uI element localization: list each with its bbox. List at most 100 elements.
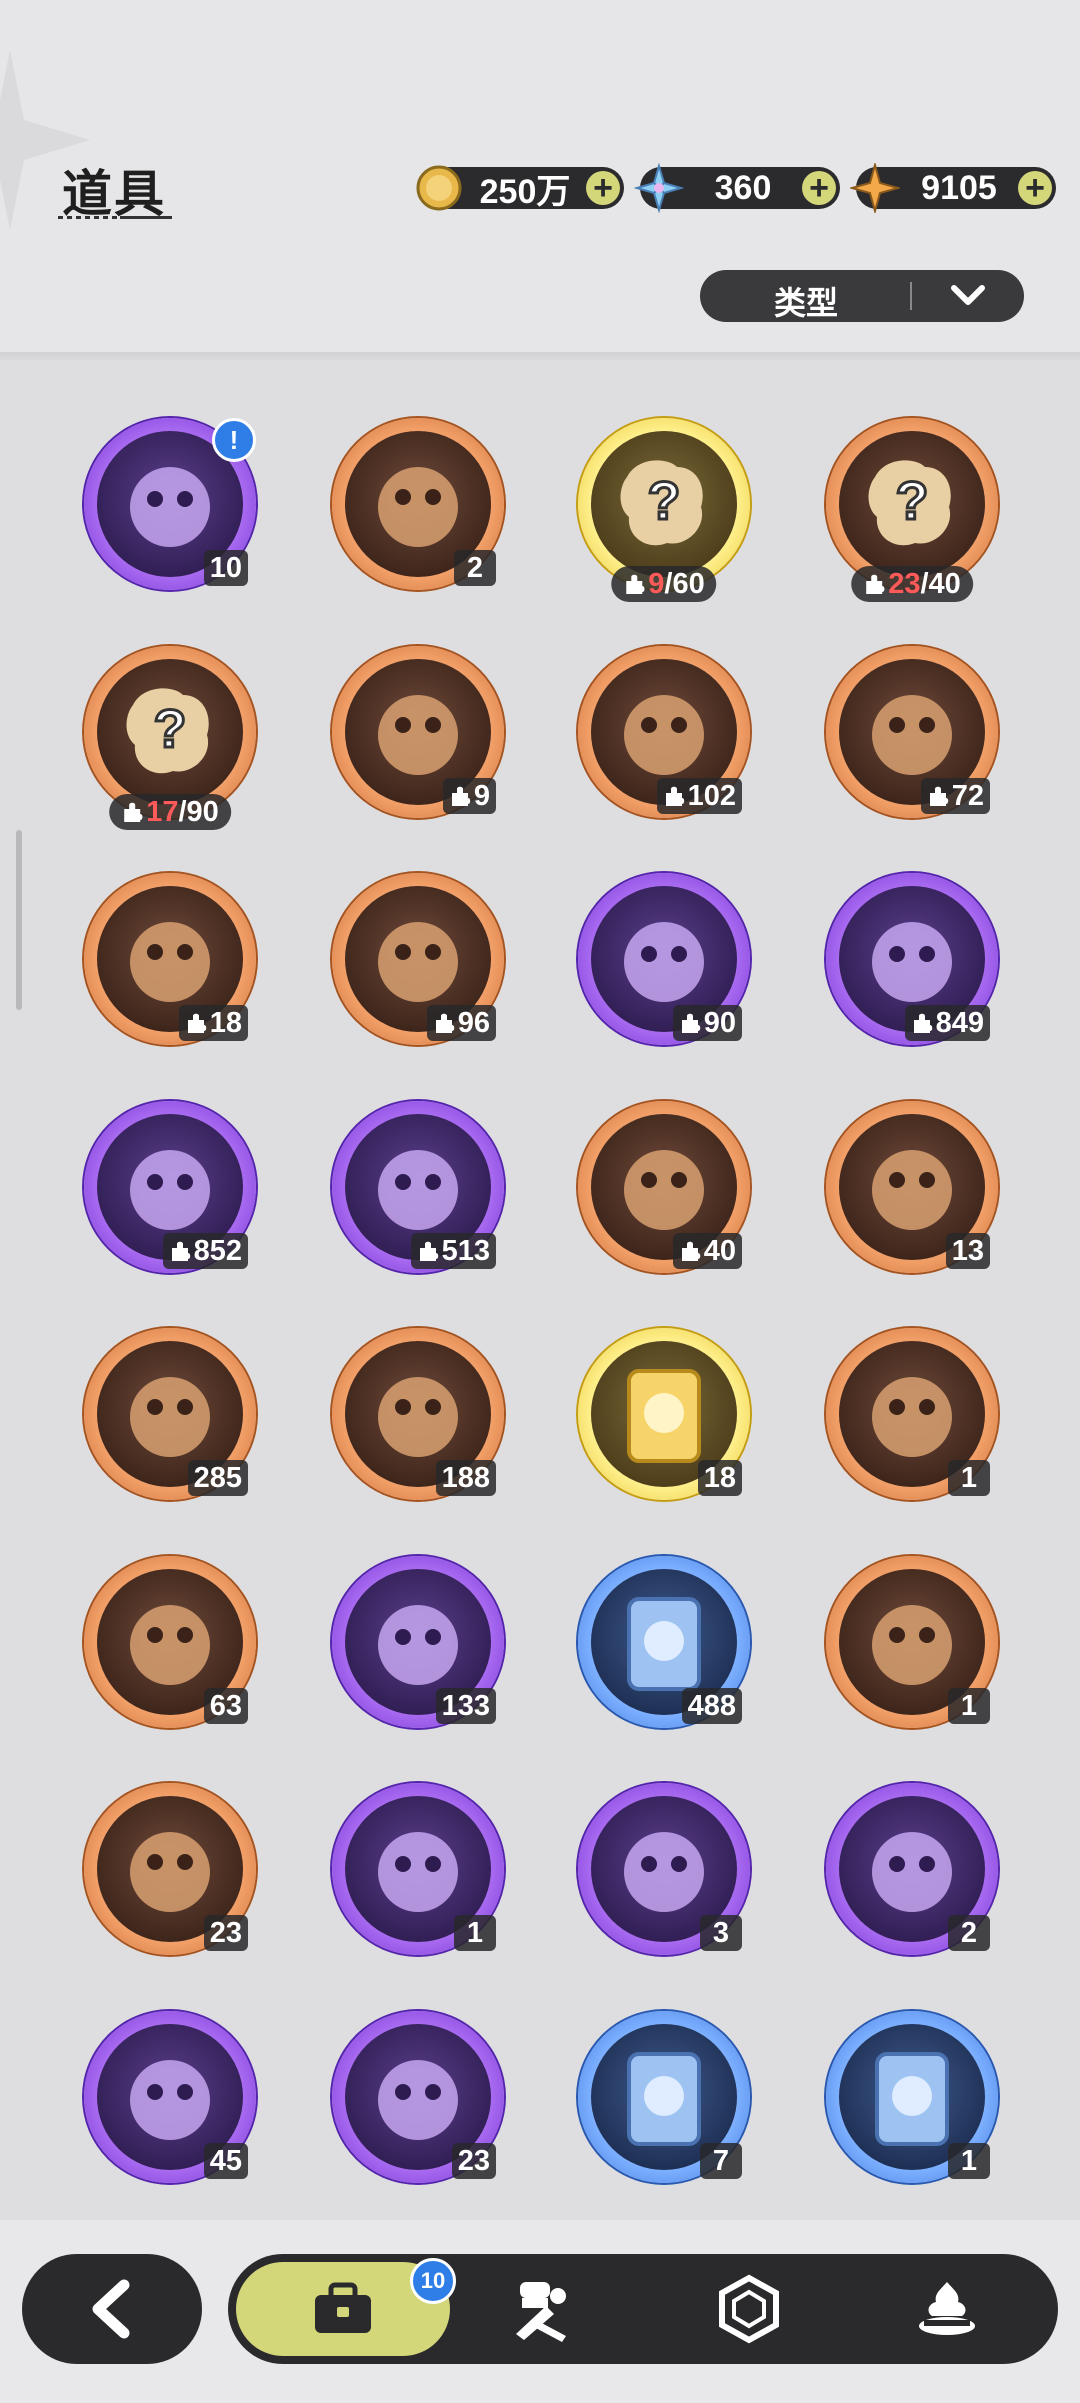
fragment-owned: 23 <box>888 568 921 600</box>
orange-character-card-icon <box>130 1604 210 1685</box>
item-count-value: 23 <box>457 2144 490 2177</box>
currency-gold: 250万 + <box>416 165 624 211</box>
item-peach[interactable]: 23 <box>332 2010 504 2183</box>
item-blue-character-card[interactable]: 488 <box>578 1555 750 1728</box>
item-purple-crystal-shard[interactable]: 2 <box>332 418 504 590</box>
item-count: 18 <box>178 1005 248 1041</box>
chevron-down-icon <box>951 285 985 305</box>
item-count: 513 <box>410 1232 496 1269</box>
type-filter-dropdown[interactable]: 类型 <box>700 270 1024 322</box>
item-clover-card[interactable]: 23 <box>84 1783 256 1955</box>
item-teddy-fragment[interactable]: 9 <box>332 645 504 818</box>
scroll-icon <box>130 2059 210 2140</box>
item-brown-bear-fragment[interactable]: 852 <box>84 1100 256 1273</box>
item-count-value: 96 <box>457 1007 490 1039</box>
item-count-value: 2 <box>466 552 484 584</box>
tab-dessert[interactable] <box>872 2254 1022 2364</box>
chick-fragment-icon <box>378 1149 458 1230</box>
item-chick-fragment[interactable]: 513 <box>332 1100 504 1273</box>
item-mystery-fragment-brown[interactable]: ? 17/90 <box>84 645 256 830</box>
currency-star: 9105 + <box>850 163 1056 213</box>
item-tiger-fragment[interactable]: 40 <box>578 1100 750 1273</box>
tab-hexagon[interactable] <box>674 2254 824 2364</box>
filter-divider <box>910 282 912 310</box>
svg-text:?: ? <box>154 699 187 759</box>
new-item-alert-icon: ! <box>212 418 256 462</box>
currency-crystal-value: 360 <box>714 168 772 207</box>
item-count-value: 13 <box>951 1234 984 1267</box>
item-shadow-cat-fragment[interactable]: 90 <box>578 873 750 1045</box>
purple-character-card-icon <box>378 1604 458 1685</box>
item-lilac-mouse-fragment[interactable]: 96 <box>332 873 504 1045</box>
item-count: 9 <box>442 777 496 814</box>
item-count: 2 <box>948 1915 990 1951</box>
item-rainbow-character-card[interactable]: 1 <box>826 1328 998 1500</box>
blue-star-crystal-icon <box>130 1377 210 1457</box>
add-star-button[interactable]: + <box>1018 171 1052 205</box>
fragment-required: /90 <box>178 795 219 828</box>
item-count: 18 <box>697 1460 742 1496</box>
item-count: 63 <box>203 1687 248 1724</box>
mystery-fragment-orange-icon: ? <box>868 460 951 546</box>
item-count: 96 <box>426 1005 496 1041</box>
item-magic-mirror[interactable]: 2 <box>826 1783 998 1955</box>
items-panel[interactable]: 10! 2? 9/60? 23/40? 17/90 9 102 72 18 96 90 849 852 5… <box>0 360 1080 2220</box>
item-music-chest[interactable]: 10! <box>84 418 256 590</box>
bag-icon <box>315 2282 371 2333</box>
item-frog-bear-fragment[interactable]: 849 <box>826 873 998 1045</box>
item-white-cat-fragment[interactable]: 72 <box>826 645 998 818</box>
item-mystery-fragment-orange[interactable]: ? 23/40 <box>826 418 998 602</box>
item-mystery-fragment-gold[interactable]: ? 9/60 <box>578 418 750 602</box>
item-count-value: 1 <box>960 1689 978 1722</box>
item-swap-card[interactable]: 1 <box>826 1555 998 1728</box>
pink-star-crystal-icon <box>872 1149 952 1230</box>
item-count-value: 849 <box>935 1007 984 1039</box>
item-count-value: 488 <box>687 1689 736 1722</box>
currency-star-value: 9105 <box>921 168 997 207</box>
item-count: 102 <box>656 777 742 814</box>
item-count: 1 <box>948 1687 990 1724</box>
swap-card-icon <box>872 1604 952 1685</box>
item-dark-bear-fragment[interactable]: 18 <box>84 873 256 1045</box>
item-count: 3 <box>700 1915 742 1951</box>
shadow-cat-fragment-icon <box>624 922 704 1002</box>
item-count-value: 10 <box>209 552 242 584</box>
item-paw-medallion[interactable]: 188 <box>332 1328 504 1500</box>
item-gold-pouch[interactable]: 3 <box>578 1783 750 1955</box>
add-gold-button[interactable]: + <box>586 171 620 205</box>
add-crystal-button[interactable]: + <box>802 171 836 205</box>
fragment-required: /60 <box>664 568 705 600</box>
item-orange-character-card[interactable]: 63 <box>84 1555 256 1728</box>
item-count-value: 63 <box>209 1689 242 1722</box>
currency-gold-value: 250万 <box>479 172 571 211</box>
item-gift-box[interactable]: 1 <box>332 1783 504 1955</box>
item-count: 72 <box>920 777 990 814</box>
item-gold-character-card[interactable]: 18 <box>578 1328 750 1500</box>
tab-bag[interactable]: 10 <box>236 2258 456 2356</box>
tiger-fragment-icon <box>624 1149 704 1230</box>
item-count-value: 18 <box>209 1007 242 1039</box>
gift-box-icon <box>378 1832 458 1912</box>
item-count-value: 18 <box>703 1462 736 1494</box>
clover-card-icon <box>130 1832 210 1912</box>
magic-mirror-icon <box>872 1832 952 1912</box>
item-count-value: 40 <box>703 1234 736 1267</box>
purple-crystal-shard-icon <box>378 467 458 547</box>
knight-fragment-icon <box>624 694 704 775</box>
item-purple-character-card[interactable]: 133 <box>332 1555 504 1728</box>
item-boxing-glove[interactable]: 1 <box>826 2010 998 2183</box>
item-count: 852 <box>162 1232 248 1269</box>
scrollbar[interactable] <box>16 830 22 1010</box>
fragment-progress: 23/40 <box>851 566 973 602</box>
item-count-value: 2 <box>960 1917 978 1949</box>
tab-chef-tools[interactable] <box>466 2254 616 2364</box>
dessert-icon <box>919 2282 975 2335</box>
title-underline <box>58 216 172 219</box>
item-scroll[interactable]: 45 <box>84 2010 256 2183</box>
item-shovel[interactable]: 7 <box>578 2010 750 2183</box>
back-button[interactable] <box>22 2254 202 2364</box>
item-knight-fragment[interactable]: 102 <box>578 645 750 818</box>
item-blue-star-crystal[interactable]: 285 <box>84 1328 256 1500</box>
item-count-value: 72 <box>951 779 984 812</box>
item-pink-star-crystal[interactable]: 13 <box>826 1100 998 1273</box>
